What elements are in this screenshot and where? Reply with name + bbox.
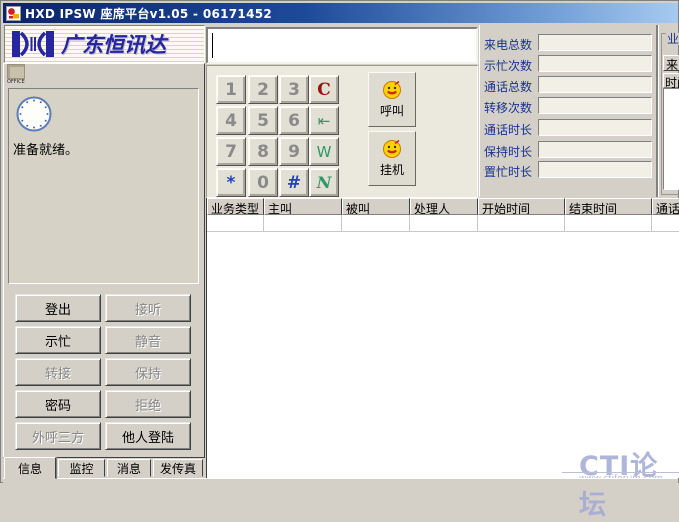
key-w[interactable]: W bbox=[309, 137, 339, 166]
key-hash[interactable]: # bbox=[279, 168, 309, 197]
window-title: HXD IPSW 座席平台v1.05 - 06171452 bbox=[25, 5, 272, 22]
brand-logo: 广东恒讯达 bbox=[4, 25, 205, 63]
brand-logo-icon bbox=[11, 29, 55, 59]
dialer-panel: 1 2 3 C 4 5 6 ⇤ 7 8 9 W * 0 # N 呼叫 bbox=[206, 65, 478, 198]
phone-smiley-icon bbox=[382, 80, 402, 100]
hold-button: 保持 bbox=[105, 358, 191, 386]
hangup-button[interactable]: 挂机 bbox=[368, 131, 416, 186]
key-8[interactable]: 8 bbox=[248, 137, 278, 166]
stat-row: 来电总数 bbox=[480, 34, 657, 52]
title-bar[interactable]: HXD IPSW 座席平台v1.05 - 06171452 bbox=[3, 3, 678, 23]
key-backspace[interactable]: ⇤ bbox=[309, 106, 339, 135]
column-header-caller[interactable]: 主叫 bbox=[264, 198, 342, 215]
outbound-threeway-button: 外呼三方 bbox=[15, 422, 101, 450]
table-cell bbox=[342, 215, 410, 232]
key-2[interactable]: 2 bbox=[248, 75, 278, 104]
column-header-start-time[interactable]: 开始时间 bbox=[478, 198, 565, 215]
stat-label-setbusy-duration: 置忙时长 bbox=[484, 163, 532, 180]
mini-caption: OFFICE bbox=[7, 79, 47, 85]
stat-label-hold-duration: 保持时长 bbox=[484, 143, 532, 160]
stat-label-transfer-count: 转移次数 bbox=[484, 99, 532, 116]
stat-label-talk-duration: 通话时长 bbox=[484, 121, 532, 138]
key-clear[interactable]: C bbox=[309, 75, 339, 104]
stats-panel: 来电总数 示忙次数 通话总数 转移次数 通话时长 保持时长 置忙时长 bbox=[479, 25, 656, 197]
column-header-end-time[interactable]: 结束时间 bbox=[565, 198, 652, 215]
other-login-button[interactable]: 他人登陆 bbox=[105, 422, 191, 450]
stat-row: 通话时长 bbox=[480, 119, 657, 137]
key-7[interactable]: 7 bbox=[216, 137, 246, 166]
stat-value-hold-duration bbox=[538, 141, 652, 158]
column-header-called[interactable]: 被叫 bbox=[342, 198, 410, 215]
clock-icon bbox=[15, 95, 53, 133]
application-window: HXD IPSW 座席平台v1.05 - 06171452 广东恒讯达 OFFI… bbox=[0, 0, 679, 483]
answer-button: 接听 bbox=[105, 294, 191, 322]
window-bottom-frame bbox=[3, 478, 678, 483]
table-cell bbox=[207, 215, 264, 232]
key-3[interactable]: 3 bbox=[279, 75, 309, 104]
phone-smiley-icon bbox=[382, 139, 402, 159]
key-5[interactable]: 5 bbox=[248, 106, 278, 135]
tab-fax[interactable]: 发传真 bbox=[153, 459, 203, 477]
logout-button[interactable]: 登出 bbox=[15, 294, 101, 322]
reject-button: 拒绝 bbox=[105, 390, 191, 418]
stat-value-busy-count bbox=[538, 55, 652, 72]
mini-picture-icon bbox=[7, 64, 25, 79]
call-button[interactable]: 呼叫 bbox=[368, 72, 416, 127]
key-4[interactable]: 4 bbox=[216, 106, 246, 135]
show-busy-button[interactable]: 示忙 bbox=[15, 326, 101, 354]
tab-info[interactable]: 信息 bbox=[4, 457, 56, 479]
table-cell bbox=[264, 215, 342, 232]
tab-message[interactable]: 消息 bbox=[107, 459, 151, 477]
key-9[interactable]: 9 bbox=[279, 137, 309, 166]
business-side-panel: 业 来电 时间 bbox=[659, 27, 679, 197]
status-text: 准备就绪。 bbox=[13, 139, 78, 158]
time-column-header[interactable]: 时间 bbox=[663, 73, 679, 88]
table-cell bbox=[410, 215, 478, 232]
incoming-call-button[interactable]: 来电 bbox=[663, 55, 679, 71]
key-1[interactable]: 1 bbox=[216, 75, 246, 104]
table-cell bbox=[478, 215, 565, 232]
password-button[interactable]: 密码 bbox=[15, 390, 101, 418]
table-cell bbox=[652, 215, 679, 232]
key-0[interactable]: 0 bbox=[248, 168, 278, 197]
stat-row: 示忙次数 bbox=[480, 55, 657, 73]
stat-row: 置忙时长 bbox=[480, 161, 657, 179]
key-n[interactable]: N bbox=[309, 168, 339, 197]
column-header-talk[interactable]: 通话 bbox=[652, 198, 679, 215]
transfer-button: 转接 bbox=[15, 358, 101, 386]
hangup-button-label: 挂机 bbox=[380, 161, 404, 178]
stat-value-talk-duration bbox=[538, 119, 652, 136]
stat-label-calls-total: 通话总数 bbox=[484, 78, 532, 95]
side-call-list bbox=[663, 88, 679, 190]
agent-mini-widget: OFFICE bbox=[7, 64, 47, 88]
stat-value-incoming-total bbox=[538, 34, 652, 51]
table-cell bbox=[565, 215, 652, 232]
app-icon bbox=[6, 6, 21, 21]
stat-row: 转移次数 bbox=[480, 97, 657, 115]
phone-number-input[interactable] bbox=[206, 27, 478, 64]
stat-value-transfer-count bbox=[538, 97, 652, 114]
status-box: 准备就绪。 bbox=[8, 88, 199, 284]
watermark-line bbox=[562, 472, 679, 473]
tab-monitor[interactable]: 监控 bbox=[58, 459, 105, 477]
business-group-label: 业 bbox=[666, 33, 679, 45]
key-star[interactable]: * bbox=[216, 168, 246, 197]
text-caret bbox=[212, 33, 213, 58]
mute-button: 静音 bbox=[105, 326, 191, 354]
stat-row: 保持时长 bbox=[480, 141, 657, 159]
column-header-business-type[interactable]: 业务类型 bbox=[207, 198, 264, 215]
key-6[interactable]: 6 bbox=[279, 106, 309, 135]
brand-logo-text: 广东恒讯达 bbox=[61, 29, 166, 59]
stat-value-setbusy-duration bbox=[538, 161, 652, 178]
call-records-table: 业务类型 主叫 被叫 处理人 开始时间 结束时间 通话 CTI论坛 www.ct… bbox=[206, 198, 679, 478]
stat-label-incoming-total: 来电总数 bbox=[484, 36, 532, 53]
stat-row: 通话总数 bbox=[480, 76, 657, 94]
stat-value-calls-total bbox=[538, 76, 652, 93]
column-header-handler[interactable]: 处理人 bbox=[410, 198, 478, 215]
call-button-label: 呼叫 bbox=[380, 102, 404, 119]
stat-label-busy-count: 示忙次数 bbox=[484, 57, 532, 74]
